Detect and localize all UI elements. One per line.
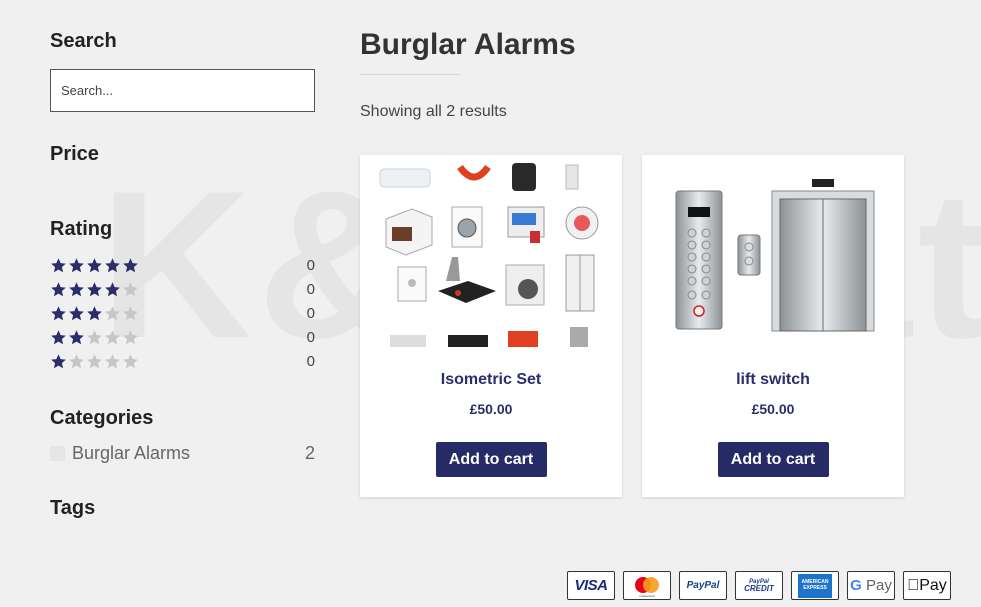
star-icon	[69, 257, 84, 272]
add-to-cart-button[interactable]: Add to cart	[717, 442, 829, 477]
star-icon	[51, 305, 66, 320]
add-to-cart-button[interactable]: Add to cart	[435, 442, 547, 477]
isometric-appliances-image[interactable]	[360, 155, 622, 347]
main-content: Burglar Alarms Showing all 2 results Iso…	[360, 28, 920, 497]
star-icon	[123, 257, 138, 272]
category-label[interactable]: Burglar Alarms	[72, 443, 190, 464]
star-icon	[105, 305, 120, 320]
star-icon	[105, 329, 120, 344]
search-input[interactable]	[50, 69, 315, 112]
apple-pay-icon: Pay	[903, 571, 951, 600]
product-card: lift switch £50.00 Add to cart	[642, 155, 904, 497]
rating-count: 0	[306, 280, 315, 298]
star-icon	[51, 257, 66, 272]
star-rating	[50, 353, 139, 370]
sidebar: Search Price Rating 0 0 0 0 0 Categories Bur…	[50, 30, 315, 520]
page-title: Burglar Alarms	[360, 28, 576, 61]
rating-count: 0	[306, 352, 315, 370]
star-icon	[105, 257, 120, 272]
product-price: £50.00	[751, 401, 795, 417]
star-icon	[123, 329, 138, 344]
star-rating	[50, 329, 139, 346]
star-icon	[87, 281, 102, 296]
categories-widget-title: Categories	[50, 407, 154, 429]
rating-filter-1-stars[interactable]: 0	[50, 349, 315, 373]
star-icon	[51, 353, 66, 368]
product-name[interactable]: Isometric Set	[441, 371, 541, 389]
product-price: £50.00	[469, 401, 513, 417]
star-icon	[69, 353, 84, 368]
star-icon	[105, 281, 120, 296]
rating-count: 0	[306, 256, 315, 274]
payment-methods: VISA mastercard PayPal PayPal CREDIT AME…	[567, 571, 951, 600]
star-icon	[123, 305, 138, 320]
rating-widget-title: Rating	[50, 218, 113, 240]
mastercard-icon: mastercard	[623, 571, 671, 600]
google-pay-icon: G Pay	[847, 571, 895, 600]
product-name[interactable]: lift switch	[736, 371, 810, 389]
star-icon	[87, 257, 102, 272]
rating-filter-3-stars[interactable]: 0	[50, 301, 315, 325]
search-widget-title: Search	[50, 30, 117, 52]
rating-filter-4-stars[interactable]: 0	[50, 277, 315, 301]
category-count: 2	[304, 442, 315, 463]
paypal-icon: PayPal	[679, 571, 727, 600]
amex-icon: AMERICAN EXPRESS	[791, 571, 839, 600]
star-rating	[50, 305, 139, 322]
star-icon	[105, 353, 120, 368]
tags-widget-title: Tags	[50, 497, 96, 519]
title-divider	[360, 74, 460, 75]
star-icon	[87, 329, 102, 344]
star-rating	[50, 281, 139, 298]
star-rating	[50, 257, 139, 274]
product-card: Isometric Set £50.00 Add to cart	[360, 155, 622, 497]
star-icon	[51, 329, 66, 344]
star-icon	[69, 329, 84, 344]
rating-count: 0	[306, 328, 315, 346]
rating-filter-2-stars[interactable]: 0	[50, 325, 315, 349]
rating-filter-list: 0 0 0 0 0	[50, 253, 315, 373]
star-icon	[123, 281, 138, 296]
rating-filter-5-stars[interactable]: 0	[50, 253, 315, 277]
star-icon	[87, 353, 102, 368]
star-icon	[69, 281, 84, 296]
price-widget-title: Price	[50, 143, 99, 165]
star-icon	[123, 353, 138, 368]
category-checkbox[interactable]	[50, 445, 65, 461]
visa-icon: VISA	[567, 571, 615, 600]
star-icon	[51, 281, 66, 296]
elevator-image[interactable]	[642, 155, 904, 347]
rating-count: 0	[306, 304, 315, 322]
star-icon	[69, 305, 84, 320]
paypal-credit-icon: PayPal CREDIT	[735, 571, 783, 600]
star-icon	[87, 305, 102, 320]
result-count: Showing all 2 results	[360, 103, 507, 120]
product-grid: Isometric Set £50.00 Add to cart lift sw…	[360, 155, 920, 497]
category-item-burglar-alarms[interactable]: Burglar Alarms 2	[50, 440, 315, 466]
